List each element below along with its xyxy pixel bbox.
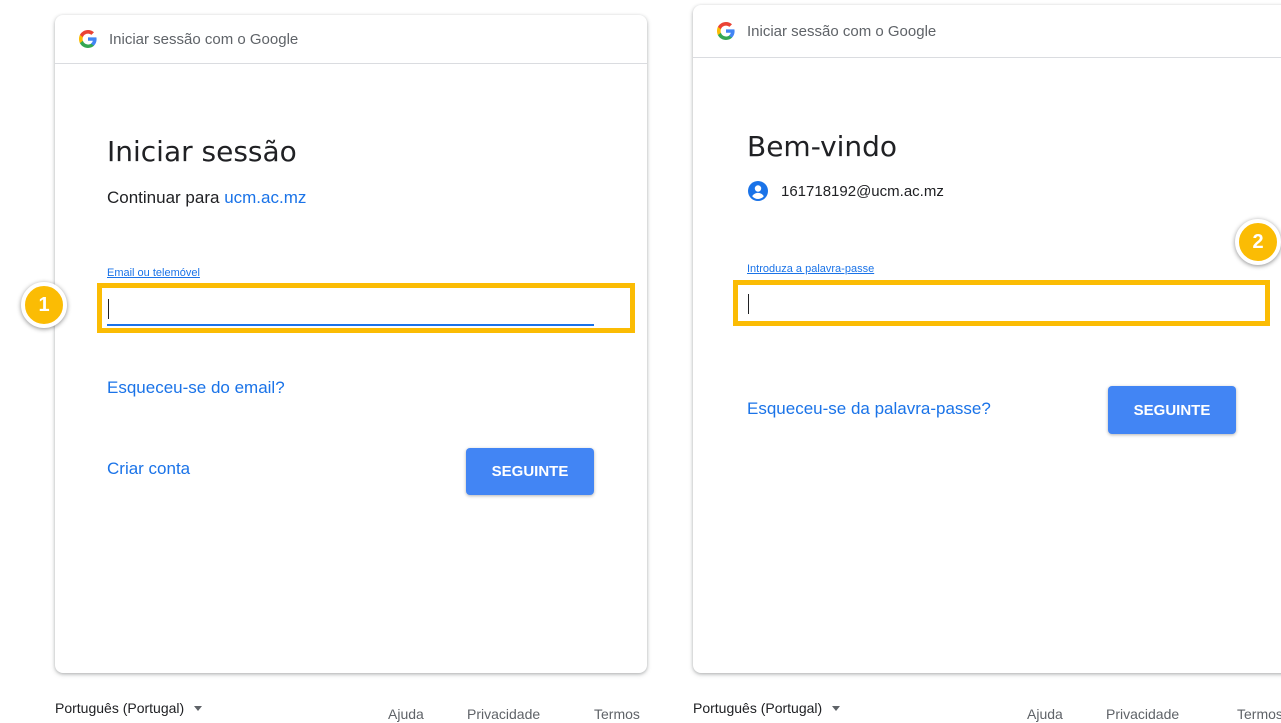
subtitle-prefix: Continuar para <box>107 188 225 207</box>
language-selector[interactable]: Português (Portugal) <box>55 700 203 716</box>
card-header: Iniciar sessão com o Google <box>693 5 1281 58</box>
create-account-link[interactable]: Criar conta <box>107 459 190 479</box>
terms-link[interactable]: Termos <box>594 706 640 722</box>
forgot-password-link[interactable]: Esqueceu-se da palavra-passe? <box>747 399 991 419</box>
password-input[interactable] <box>747 290 1262 316</box>
step-badge-2: 2 <box>1235 219 1281 265</box>
text-cursor <box>108 299 109 319</box>
signin-card-password: Iniciar sessão com o Google Bem-vindo 16… <box>693 5 1281 673</box>
next-button[interactable]: SEGUINTE <box>466 448 594 495</box>
header-text: Iniciar sessão com o Google <box>747 22 937 40</box>
help-link[interactable]: Ajuda <box>388 706 424 722</box>
terms-link[interactable]: Termos <box>1237 706 1281 722</box>
page-title: Bem-vindo <box>747 130 898 163</box>
signin-card-email: Iniciar sessão com o Google Iniciar sess… <box>55 15 647 673</box>
next-button[interactable]: SEGUINTE <box>1108 386 1236 434</box>
privacy-link[interactable]: Privacidade <box>1106 706 1179 722</box>
email-field-label: Email ou telemóvel <box>107 267 200 279</box>
help-link[interactable]: Ajuda <box>1027 706 1063 722</box>
card-header: Iniciar sessão com o Google <box>55 15 647 64</box>
step-badge-1: 1 <box>21 282 67 328</box>
language-label: Português (Portugal) <box>55 700 185 716</box>
header-text: Iniciar sessão com o Google <box>109 30 299 48</box>
account-email: 161718192@ucm.ac.mz <box>781 183 944 200</box>
text-cursor <box>748 294 749 314</box>
language-selector[interactable]: Português (Portugal) <box>693 700 841 716</box>
privacy-link[interactable]: Privacidade <box>467 706 540 722</box>
email-input[interactable] <box>107 295 592 321</box>
page-title: Iniciar sessão <box>107 135 297 168</box>
language-label: Português (Portugal) <box>693 700 823 716</box>
account-circle-icon <box>748 181 768 201</box>
page-subtitle: Continuar para ucm.ac.mz <box>107 188 306 208</box>
google-g-icon <box>79 30 97 48</box>
domain-link[interactable]: ucm.ac.mz <box>224 188 306 207</box>
google-g-icon <box>717 22 735 40</box>
password-field-label: Introduza a palavra-passe <box>747 263 875 275</box>
dropdown-arrow-icon <box>194 705 203 711</box>
email-input-underline <box>107 324 594 326</box>
dropdown-arrow-icon <box>832 705 841 711</box>
forgot-email-link[interactable]: Esqueceu-se do email? <box>107 378 285 398</box>
